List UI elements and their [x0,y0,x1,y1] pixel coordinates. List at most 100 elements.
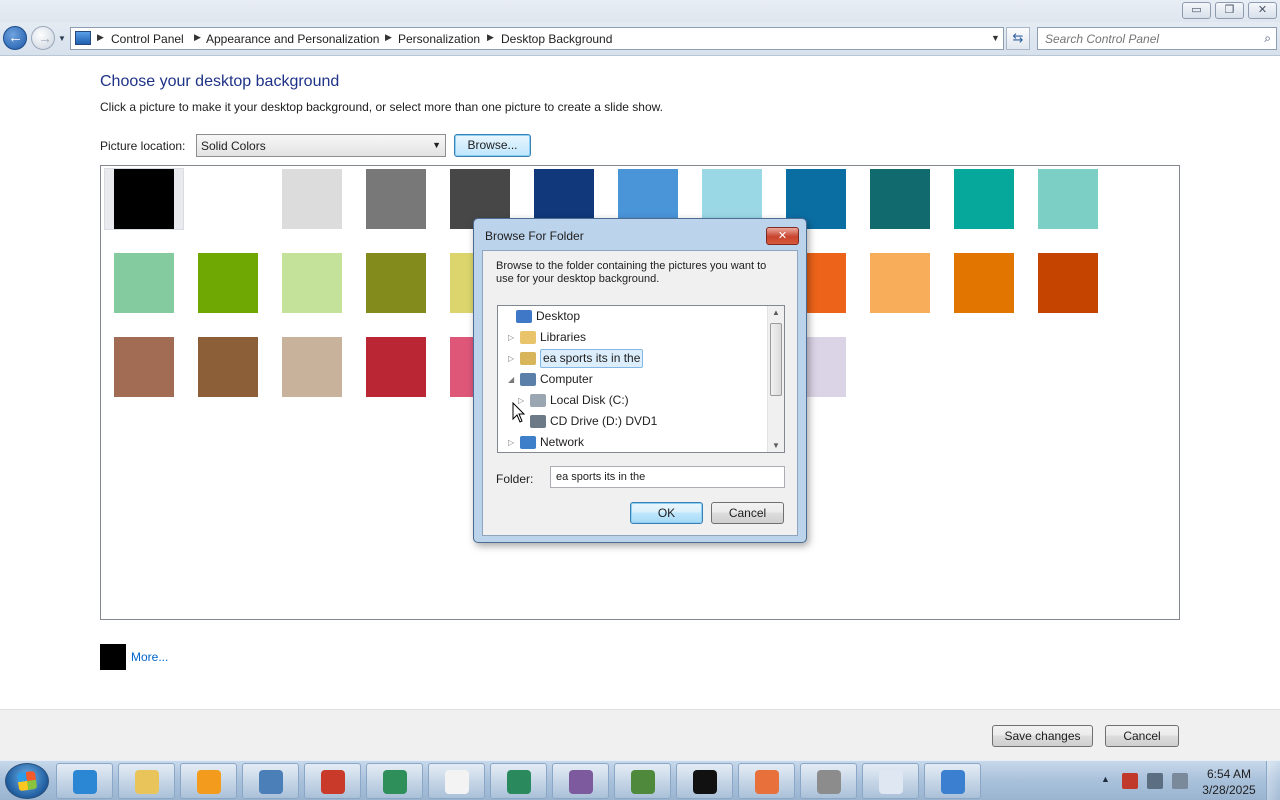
color-swatch[interactable] [198,337,258,397]
taskbar-button[interactable] [738,763,795,799]
expand-arrow-icon[interactable]: ▷ [508,433,514,452]
paint-icon [755,770,779,794]
more-colors-link[interactable]: More... [131,650,168,664]
close-button[interactable]: ✕ [1248,2,1277,19]
folder-icon [516,310,532,323]
tree-node[interactable]: Desktop [498,307,768,326]
save-changes-button[interactable]: Save changes [992,725,1093,747]
taskbar-button[interactable] [614,763,671,799]
maximize-button[interactable]: ❐ [1215,2,1244,19]
taskbar-button[interactable] [490,763,547,799]
search-input[interactable] [1045,29,1255,48]
action-center-icon[interactable] [1122,773,1138,789]
breadcrumb-personalization[interactable]: Personalization [398,32,480,46]
taskbar-button[interactable] [118,763,175,799]
tree-node[interactable]: ▷ Libraries [498,328,768,347]
color-swatch[interactable] [114,253,174,313]
taskbar-button[interactable] [800,763,857,799]
color-swatch[interactable] [282,337,342,397]
address-dropdown-icon[interactable]: ▼ [991,33,1000,43]
tree-node[interactable]: ▷ ea sports its in the [498,349,768,368]
minimize-button[interactable]: ▭ [1182,2,1211,19]
browse-button[interactable]: Browse... [454,134,531,157]
breadcrumb-separator-icon[interactable]: ▶ [97,32,104,43]
tree-node[interactable]: ▷ Local Disk (C:) [498,391,768,410]
breadcrumb-control-panel[interactable]: Control Panel [111,32,184,46]
restore-icon: ❐ [1224,4,1235,16]
color-swatch[interactable] [366,253,426,313]
breadcrumb-separator-icon[interactable]: ▶ [487,32,494,43]
picture-location-select[interactable]: Solid Colors ▼ [196,134,446,157]
breadcrumb-appearance[interactable]: Appearance and Personalization [206,32,379,46]
volume-muted-icon[interactable] [1172,773,1188,789]
scroll-thumb[interactable] [770,323,782,396]
page-subtitle: Click a picture to make it your desktop … [100,100,663,114]
dialog-close-button[interactable]: ✕ [766,227,799,245]
taskbar-button[interactable] [552,763,609,799]
color-swatch[interactable] [870,253,930,313]
color-swatch[interactable] [114,337,174,397]
back-button[interactable]: ← [3,26,27,50]
breadcrumb[interactable]: ▶ Control Panel ▶ Appearance and Persona… [70,27,1004,50]
breadcrumb-separator-icon[interactable]: ▶ [385,32,392,43]
search-box[interactable]: ⌕ [1037,27,1277,50]
taskbar-button[interactable] [428,763,485,799]
color-swatch[interactable] [954,253,1014,313]
search-icon[interactable]: ⌕ [1264,31,1271,46]
show-desktop-button[interactable] [1266,761,1280,800]
expand-arrow-icon[interactable]: ▷ [508,328,514,347]
tools-icon [817,770,841,794]
scroll-up-icon[interactable]: ▲ [772,308,780,317]
color-swatch[interactable] [282,253,342,313]
network-icon[interactable] [1147,773,1163,789]
taskbar-button[interactable] [242,763,299,799]
color-swatch[interactable] [1038,169,1098,229]
folder-tree[interactable]: Desktop ▷ Libraries ▷ ea sports its in the ◢ C… [497,305,785,453]
folder-field[interactable] [550,466,785,488]
tree-node[interactable]: ◢ Computer [498,370,768,389]
taskbar-button[interactable] [924,763,981,799]
picture-location-value: Solid Colors [201,139,266,153]
refresh-button[interactable]: ⇆ [1006,27,1030,50]
breadcrumb-separator-icon[interactable]: ▶ [194,32,201,43]
breadcrumb-desktop-background[interactable]: Desktop Background [501,32,612,46]
dialog-cancel-button[interactable]: Cancel [711,502,784,524]
color-swatch[interactable] [366,337,426,397]
folder-label: Folder: [496,472,534,486]
taskbar-button[interactable] [366,763,423,799]
taskbar-button[interactable] [56,763,113,799]
color-swatch[interactable] [198,253,258,313]
tree-scrollbar[interactable]: ▲ ▼ [767,306,784,452]
tree-node[interactable]: ▷ Network [498,433,768,452]
folder-icon [530,415,546,428]
start-button[interactable] [5,763,49,799]
taskbar-button[interactable] [862,763,919,799]
more-colors-swatch[interactable] [100,644,126,670]
taskbar-button[interactable] [180,763,237,799]
color-swatch[interactable] [282,169,342,229]
color-swatch[interactable] [954,169,1014,229]
forward-button[interactable]: → [31,26,55,50]
color-swatch[interactable] [1038,253,1098,313]
scroll-down-icon[interactable]: ▼ [772,441,780,450]
tree-node-label: Computer [540,372,593,386]
recent-pages-dropdown-icon[interactable]: ▼ [58,34,66,43]
folder-icon [530,394,546,407]
cancel-button[interactable]: Cancel [1105,725,1179,747]
ok-button[interactable]: OK [630,502,703,524]
tree-node[interactable]: CD Drive (D:) DVD1 [498,412,768,431]
taskbar-button[interactable] [676,763,733,799]
color-swatch[interactable] [198,169,258,229]
taskbar-button[interactable] [304,763,361,799]
color-swatch[interactable] [114,169,174,229]
expand-arrow-icon[interactable]: ◢ [508,370,514,389]
expand-arrow-icon[interactable]: ▷ [508,349,514,368]
system-clock[interactable]: 6:54 AM 3/28/2025 [1196,766,1262,798]
footer-bar: Save changes Cancel [0,709,1280,760]
show-hidden-icons-icon[interactable]: ▲ [1101,774,1110,784]
tree-node-label: Desktop [536,309,581,323]
media-player-icon [197,770,221,794]
picture-location-label: Picture location: [100,139,186,153]
color-swatch[interactable] [366,169,426,229]
color-swatch[interactable] [870,169,930,229]
